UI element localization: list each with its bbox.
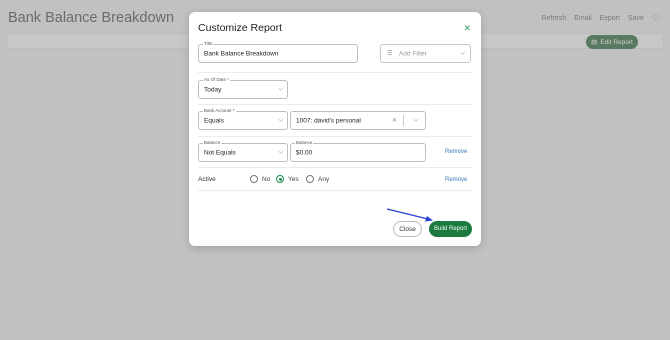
chevron-down-icon: ⌵ [278, 117, 283, 123]
bank-account-label: Bank Account * [203, 108, 236, 114]
close-button[interactable]: Close [393, 221, 422, 237]
balance-value: $0.00 [296, 149, 313, 156]
balance-value-label: Balance [295, 140, 314, 146]
chevron-down-icon[interactable]: ⌵ [413, 117, 418, 124]
clear-icon[interactable]: ✕ [392, 117, 397, 124]
radio-label: Any [318, 175, 330, 183]
title-field-value: Bank Balance Breakdown [204, 50, 279, 57]
divider [198, 136, 472, 137]
radio-label: No [262, 175, 271, 183]
add-filter-placeholder: Add Filter [399, 50, 427, 57]
divider [198, 104, 472, 105]
balance-label: Balance [203, 140, 222, 146]
radio-circle [250, 175, 258, 183]
modal-title: Customize Report [198, 22, 283, 34]
bank-account-value: 1007: david's personal [296, 117, 361, 124]
chevron-down-icon: ⌵ [278, 86, 283, 92]
divider [198, 72, 472, 73]
active-radio-no[interactable]: No [250, 175, 270, 183]
bank-account-value-select[interactable]: 1007: david's personal ✕ ⌵ [290, 111, 426, 130]
title-field[interactable]: Title Bank Balance Breakdown [198, 41, 358, 63]
bank-account-operator-select[interactable]: Bank Account * Equals ⌵ [198, 108, 288, 130]
customize-report-modal: Customize Report ✕ Title Bank Balance Br… [189, 12, 481, 246]
title-field-label: Title [203, 41, 214, 47]
balance-operator-select[interactable]: Balance Not Equals ⌵ [198, 140, 288, 162]
divider [198, 167, 472, 168]
as-of-date-label: As Of Date * [203, 77, 231, 83]
select-separator [403, 115, 404, 126]
balance-operator: Not Equals [204, 149, 236, 156]
radio-circle-selected [276, 175, 284, 183]
chevron-down-icon: ⌵ [460, 50, 465, 56]
as-of-date-select[interactable]: As Of Date * Today ⌵ [198, 77, 288, 99]
radio-circle [306, 175, 314, 183]
remove-balance-link[interactable]: Remove [445, 149, 467, 155]
bank-account-operator: Equals [204, 117, 224, 124]
chevron-down-icon: ⌵ [278, 149, 283, 155]
close-icon[interactable]: ✕ [463, 23, 471, 34]
as-of-date-value: Today [204, 86, 222, 93]
filter-icon: ☰ [387, 51, 393, 57]
active-radio-yes[interactable]: Yes [276, 175, 299, 183]
radio-label: Yes [288, 175, 299, 183]
build-report-button[interactable]: Build Report [429, 221, 472, 237]
annotation-arrow [386, 208, 433, 222]
add-filter-select[interactable]: ☰ Add Filter ⌵ [380, 44, 471, 63]
divider [198, 190, 472, 191]
remove-active-link[interactable]: Remove [445, 177, 467, 183]
balance-value-input[interactable]: Balance $0.00 [290, 140, 426, 162]
active-radio-any[interactable]: Any [306, 175, 329, 183]
active-label: Active [198, 176, 216, 183]
